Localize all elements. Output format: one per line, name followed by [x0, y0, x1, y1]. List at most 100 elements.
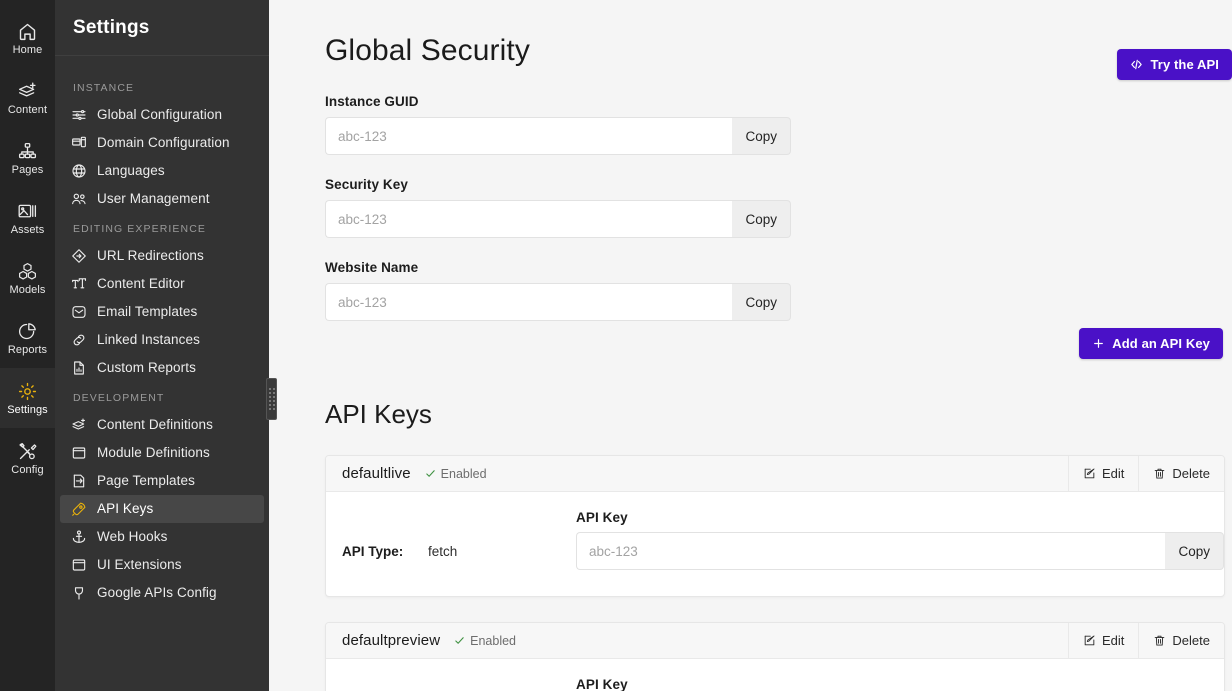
field-website-name: Website Name Copy [325, 260, 791, 321]
delete-button[interactable]: Delete [1138, 623, 1224, 659]
sidebar-nav: INSTANCE Global Configuration Domain Con… [55, 56, 269, 607]
copy-api-key-button[interactable]: Copy [1165, 532, 1224, 570]
check-icon [454, 635, 465, 646]
sidebar-item-api-keys[interactable]: API Keys [60, 495, 264, 523]
sidebar-item-email-templates[interactable]: Email Templates [60, 298, 264, 326]
sidebar-item-content-definitions[interactable]: Content Definitions [60, 411, 264, 439]
trash-icon [1153, 634, 1166, 647]
sidebar-item-user-management[interactable]: User Management [60, 185, 264, 213]
copy-website-name-button[interactable]: Copy [732, 283, 791, 321]
sidebar-item-label: Global Configuration [97, 107, 223, 123]
rail-label: Pages [11, 163, 44, 176]
api-key-value-col: API Key Copy [576, 677, 1224, 691]
rail-label: Models [9, 283, 46, 296]
api-type-row: API Type: preview [326, 677, 576, 691]
users-icon [70, 191, 87, 208]
sidebar-item-label: User Management [97, 191, 210, 207]
rail-item-config[interactable]: Config [0, 428, 55, 488]
api-key-card-header: defaultlive Enabled Edit Delete [326, 456, 1224, 492]
security-key-input[interactable] [325, 200, 733, 238]
api-key-field-label: API Key [576, 510, 628, 525]
sidebar-item-content-editor[interactable]: Content Editor [60, 270, 264, 298]
try-the-api-button[interactable]: Try the API [1117, 49, 1232, 80]
field-security-key: Security Key Copy [325, 177, 791, 238]
add-an-api-key-button[interactable]: Add an API Key [1079, 328, 1223, 359]
delete-label: Delete [1172, 466, 1210, 481]
template-icon [70, 473, 87, 490]
sidebar-item-label: Web Hooks [97, 529, 168, 545]
status-label: Enabled [440, 466, 487, 481]
sidebar-item-module-definitions[interactable]: Module Definitions [60, 439, 264, 467]
field-label: Instance GUID [325, 94, 419, 109]
plus-icon [1092, 337, 1105, 350]
window-icon [70, 557, 87, 574]
card-actions: Edit Delete [1068, 456, 1224, 492]
copy-instance-guid-button[interactable]: Copy [732, 117, 791, 155]
api-keys-title: API Keys [325, 399, 432, 429]
edit-button[interactable]: Edit [1068, 623, 1138, 659]
rail-label: Config [11, 463, 44, 476]
rail-item-reports[interactable]: Reports [0, 308, 55, 368]
rocket-icon [70, 501, 87, 518]
api-key-name: defaultpreview [342, 632, 441, 649]
sidebar-title: Settings [73, 16, 150, 38]
field-instance-guid: Instance GUID Copy [325, 94, 791, 155]
windows-icon [70, 135, 87, 152]
check-icon [425, 468, 436, 479]
edit-button[interactable]: Edit [1068, 456, 1138, 492]
settings-sidebar: Settings INSTANCE Global Configuration D… [55, 0, 277, 691]
sidebar-item-label: API Keys [97, 501, 154, 517]
sidebar-item-label: URL Redirections [97, 248, 204, 264]
sidebar-item-label: Custom Reports [97, 360, 196, 376]
rail-item-pages[interactable]: Pages [0, 128, 55, 188]
primary-icon-rail: Home Content Pages Assets Models Reports… [0, 0, 55, 691]
layers-plus-icon [70, 417, 87, 434]
pages-sitemap-icon [17, 141, 38, 162]
sidebar-item-custom-reports[interactable]: Custom Reports [60, 354, 264, 382]
pencil-square-icon [1083, 634, 1096, 647]
sidebar-item-label: Content Definitions [97, 417, 213, 433]
sidebar-item-global-configuration[interactable]: Global Configuration [60, 101, 264, 129]
api-key-input[interactable] [576, 532, 1166, 570]
sidebar-item-label: Module Definitions [97, 445, 210, 461]
rail-item-assets[interactable]: Assets [0, 188, 55, 248]
sidebar-item-page-templates[interactable]: Page Templates [60, 467, 264, 495]
pencil-square-icon [1083, 467, 1096, 480]
rail-item-settings[interactable]: Settings [0, 368, 55, 428]
rail-item-models[interactable]: Models [0, 248, 55, 308]
sidebar-item-label: Page Templates [97, 473, 195, 489]
copy-security-key-button[interactable]: Copy [732, 200, 791, 238]
api-key-card-header: defaultpreview Enabled Edit Delete [326, 623, 1224, 659]
sidebar-item-label: Google APIs Config [97, 585, 217, 601]
assets-image-icon [17, 201, 38, 222]
website-name-input[interactable] [325, 283, 733, 321]
sidebar-header: Settings [55, 0, 269, 56]
sidebar-item-google-apis-config[interactable]: Google APIs Config [60, 579, 264, 607]
nav-group-label-editing-experience: EDITING EXPERIENCE [73, 223, 206, 235]
sidebar-item-languages[interactable]: Languages [60, 157, 264, 185]
sidebar-item-ui-extensions[interactable]: UI Extensions [60, 551, 264, 579]
input-row: Copy [325, 117, 791, 155]
rail-item-home[interactable]: Home [0, 8, 55, 68]
sidebar-item-url-redirections[interactable]: URL Redirections [60, 242, 264, 270]
sidebar-item-domain-configuration[interactable]: Domain Configuration [60, 129, 264, 157]
nav-group-label-development: DEVELOPMENT [73, 392, 165, 404]
add-an-api-key-label: Add an API Key [1112, 336, 1210, 351]
api-key-card-body: API Type: fetch API Key Copy [326, 492, 1224, 596]
delete-button[interactable]: Delete [1138, 456, 1224, 492]
link-icon [70, 332, 87, 349]
window-icon [70, 445, 87, 462]
rail-label: Assets [10, 223, 45, 236]
sidebar-item-web-hooks[interactable]: Web Hooks [60, 523, 264, 551]
sidebar-item-linked-instances[interactable]: Linked Instances [60, 326, 264, 354]
instance-guid-input[interactable] [325, 117, 733, 155]
sidebar-resize-handle[interactable] [266, 378, 277, 420]
sidebar-item-label: Content Editor [97, 276, 185, 292]
api-keys-header: API Keys [325, 399, 1232, 430]
security-fields: Instance GUID Copy Security Key Copy Web… [325, 94, 1232, 343]
sidebar-item-label: Domain Configuration [97, 135, 230, 151]
rail-label: Reports [7, 343, 48, 356]
code-icon [1130, 58, 1143, 71]
home-icon [17, 21, 38, 42]
rail-item-content[interactable]: Content [0, 68, 55, 128]
